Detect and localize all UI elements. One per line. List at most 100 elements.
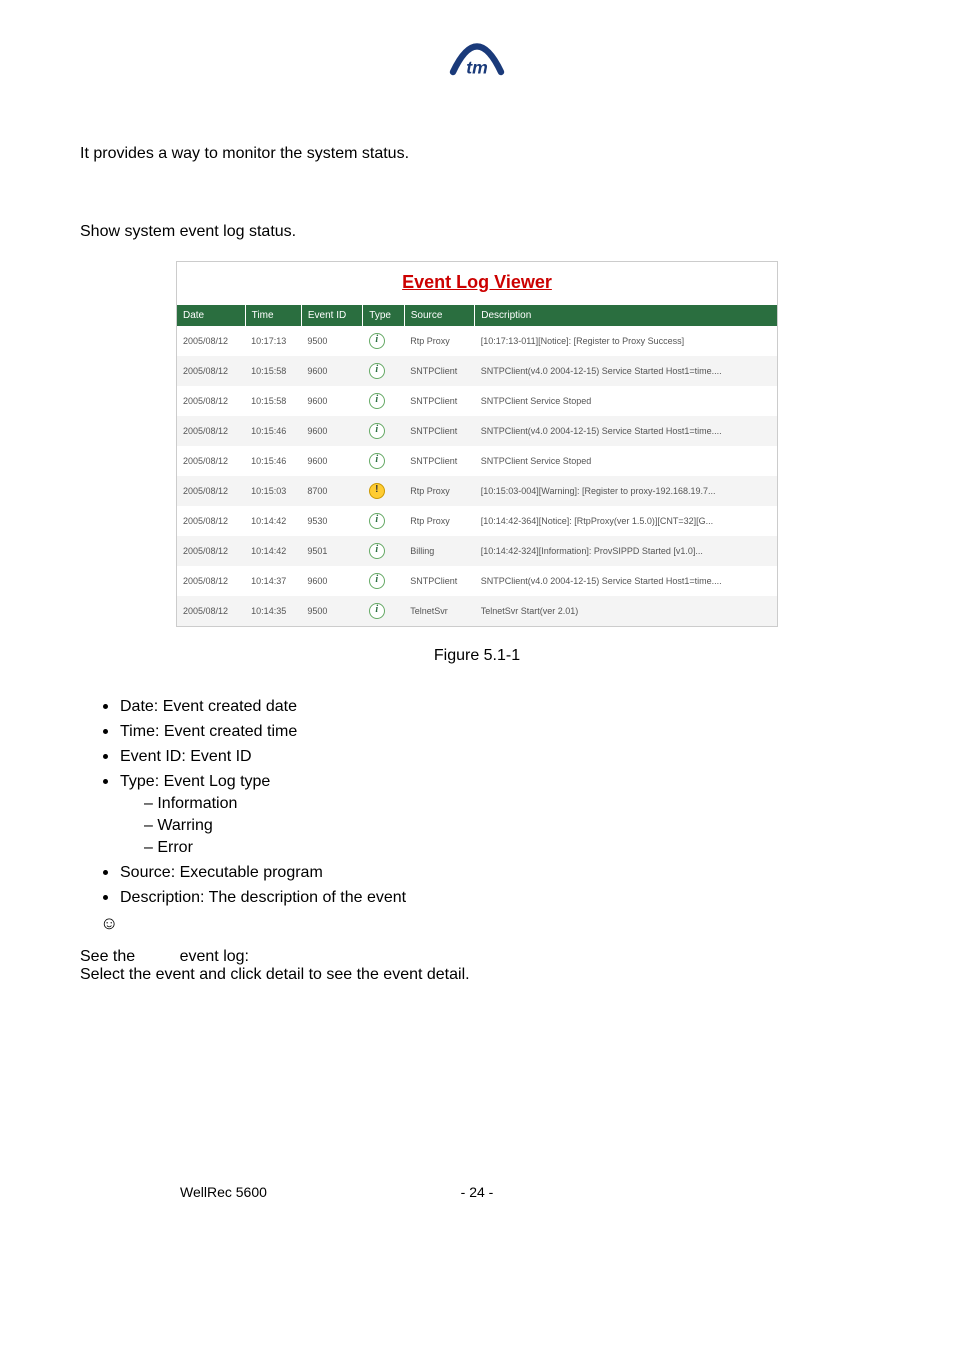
page-footer: WellRec 5600 - 24 - [80,1184,874,1200]
table-row[interactable]: 2005/08/1210:14:429501iBilling[10:14:42-… [177,536,777,566]
table-row[interactable]: 2005/08/1210:15:469600 i SNTPClientSNTPCli… [177,446,777,476]
cell-event-id: 9600 [301,356,362,386]
cell-event-id: 8700 [301,476,362,506]
cell-description: SNTPClient Service Stoped [475,386,777,416]
table-row[interactable]: 2005/08/1210:14:379600 i SNTPClientSNTPCli… [177,566,777,596]
table-row[interactable]: 2005/08/1210:15:469600 i SNTPClientSNTPCli… [177,416,777,446]
cell-date: 2005/08/12 [177,356,245,386]
cell-source: SNTPClient [404,566,475,596]
cell-type: i [363,446,404,476]
table-row[interactable]: 2005/08/1210:17:139500iRtp Proxy[10:17:1… [177,326,777,356]
sub-information: Information [144,795,874,813]
bullet-source: Source: Executable program [120,861,874,882]
cell-description: SNTPClient(v4.0 2004-12-15) Service Star… [475,356,777,386]
bullet-list: Date: Event created date Time: Event cre… [80,695,874,907]
cell-time: 10:14:37 [245,566,301,596]
cell-source: Billing [404,536,475,566]
sub-warring: Warring [144,817,874,835]
type-sublist: Information Warring Error [120,795,874,857]
cell-date: 2005/08/12 [177,596,245,626]
info-icon: i [369,423,385,439]
cell-type: i [363,356,404,386]
cell-type: ! [363,476,404,506]
col-type[interactable]: Type [363,305,404,326]
cell-type: i [363,596,404,626]
cell-source: Rtp Proxy [404,326,475,356]
cell-time: 10:14:42 [245,536,301,566]
cell-date: 2005/08/12 [177,446,245,476]
cell-description: SNTPClient(v4.0 2004-12-15) Service Star… [475,416,777,446]
svg-text:tm: tm [466,58,488,78]
info-icon: i [369,363,385,379]
cell-event-id: 9501 [301,536,362,566]
table-row[interactable]: 2005/08/1210:15:589600iSNTPClientSNTPCli… [177,356,777,386]
col-event-id[interactable]: Event ID [301,305,362,326]
cell-date: 2005/08/12 [177,326,245,356]
logo: tm [437,40,517,85]
cell-event-id: 9500 [301,596,362,626]
cell-description: TelnetSvr Start(ver 2.01) [475,596,777,626]
viewer-title: Event Log Viewer [177,262,777,305]
cell-type: i [363,536,404,566]
col-source[interactable]: Source [404,305,475,326]
cell-time: 10:14:42 [245,506,301,536]
cell-event-id: 9600 [301,566,362,596]
bullet-event-id: Event ID: Event ID [120,745,874,766]
cell-source: TelnetSvr [404,596,475,626]
event-table: Date Time Event ID Type Source Descripti… [177,305,777,626]
cell-event-id: 9600 [301,416,362,446]
cell-description: [10:14:42-364][Notice]: [RtpProxy(ver 1.… [475,506,777,536]
cell-source: SNTPClient [404,416,475,446]
cell-event-id: 9500 [301,326,362,356]
cell-type: i [363,416,404,446]
cell-time: 10:14:35 [245,596,301,626]
bullet-date: Date: Event created date [120,695,874,716]
bullet-time: Time: Event created time [120,720,874,741]
footer-page-number: - 24 - [461,1184,494,1200]
col-date[interactable]: Date [177,305,245,326]
footer-product: WellRec 5600 [180,1184,267,1200]
cell-description: SNTPClient Service Stoped [475,446,777,476]
cell-source: SNTPClient [404,356,475,386]
cell-time: 10:15:46 [245,446,301,476]
cell-description: [10:17:13-011][Notice]: [Register to Pro… [475,326,777,356]
info-icon: i [369,543,385,559]
cell-type: i [363,386,404,416]
warning-icon: ! [369,483,385,499]
info-icon: i [369,393,385,409]
info-icon: i [369,453,385,469]
logo-area: tm [80,40,874,85]
cell-event-id: 9600 [301,446,362,476]
col-description[interactable]: Description [475,305,777,326]
cell-source: SNTPClient [404,446,475,476]
cell-date: 2005/08/12 [177,566,245,596]
cell-source: SNTPClient [404,386,475,416]
cell-date: 2005/08/12 [177,506,245,536]
cell-event-id: 9530 [301,506,362,536]
cell-date: 2005/08/12 [177,386,245,416]
figure-caption: Figure 5.1-1 [80,647,874,665]
cell-description: [10:14:42-324][Information]: ProvSIPPD S… [475,536,777,566]
col-time[interactable]: Time [245,305,301,326]
table-row[interactable]: 2005/08/1210:15:038700!Rtp Proxy[10:15:0… [177,476,777,506]
cell-type: i [363,566,404,596]
bullet-type: Type: Event Log type Information Warring… [120,770,874,857]
cell-description: [10:15:03-004][Warning]: [Register to pr… [475,476,777,506]
info-icon: i [369,333,385,349]
info-icon: i [369,573,385,589]
cell-description: SNTPClient(v4.0 2004-12-15) Service Star… [475,566,777,596]
cell-time: 10:15:46 [245,416,301,446]
table-row[interactable]: 2005/08/1210:14:359500 i TelnetSvrTelnetSv… [177,596,777,626]
event-log-viewer: Event Log Viewer Date Time Event ID Type… [176,261,778,627]
show-status-text: Show system event log status. [80,223,874,241]
table-row[interactable]: 2005/08/1210:14:429530iRtp Proxy[10:14:4… [177,506,777,536]
cell-date: 2005/08/12 [177,476,245,506]
smiley-icon: ☺ [100,913,874,934]
cell-date: 2005/08/12 [177,416,245,446]
table-row[interactable]: 2005/08/1210:15:589600iSNTPClientSNTPCli… [177,386,777,416]
see-event-log: See the event log: Select the event and … [80,948,874,984]
info-icon: i [369,603,385,619]
cell-type: i [363,326,404,356]
cell-source: Rtp Proxy [404,506,475,536]
intro-text: It provides a way to monitor the system … [80,145,874,163]
